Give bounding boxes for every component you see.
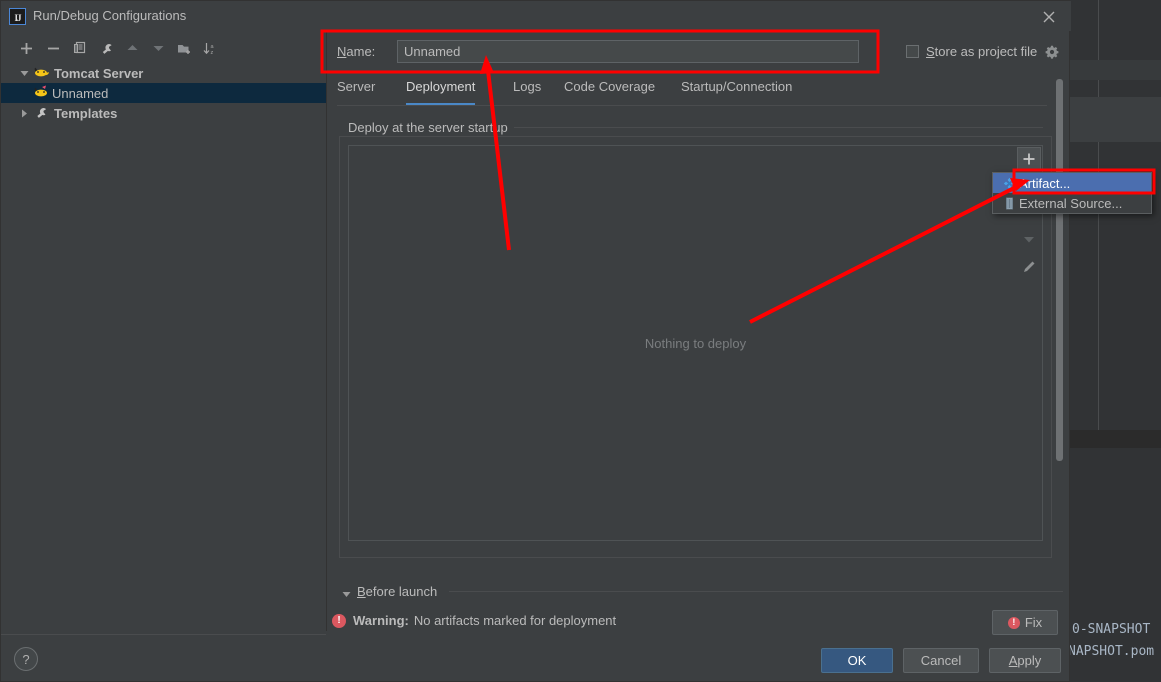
warning-prefix: Warning: bbox=[353, 613, 409, 628]
background-text-line-2: NAPSHOT.pom bbox=[1068, 644, 1155, 659]
close-icon[interactable] bbox=[1037, 5, 1061, 29]
artifact-icon bbox=[999, 177, 1019, 190]
ok-button[interactable]: OK bbox=[821, 648, 893, 673]
configurations-toolbar: a z bbox=[1, 35, 326, 63]
add-deployment-button[interactable] bbox=[1017, 147, 1041, 171]
configurations-tree: Tomcat Server Unnamed Templates bbox=[1, 63, 326, 633]
run-debug-configurations-dialog: IJ Run/Debug Configurations a z Tomcat S… bbox=[0, 0, 1152, 682]
background-strip-one bbox=[1070, 60, 1161, 80]
screenshot-root: 0-SNAPSHOT NAPSHOT.pom IJ Run/Debug Conf… bbox=[0, 0, 1161, 682]
move-up-button[interactable] bbox=[121, 35, 143, 61]
tree-item-unnamed[interactable]: Unnamed bbox=[1, 83, 326, 103]
deploy-section-label: Deploy at the server startup bbox=[348, 120, 514, 135]
tab-deployment[interactable]: Deployment bbox=[406, 79, 476, 105]
error-circle-icon: ! bbox=[332, 613, 346, 628]
name-input[interactable] bbox=[397, 40, 859, 63]
background-strip-two bbox=[1070, 97, 1161, 142]
warning-message: ! Warning: No artifacts marked for deplo… bbox=[332, 613, 616, 628]
background-strip-three bbox=[1070, 430, 1161, 448]
settings-tabs: Server Deployment Logs Code Coverage Sta… bbox=[337, 79, 1047, 105]
help-button[interactable]: ? bbox=[14, 647, 38, 671]
tab-deployment-label: Deployment bbox=[406, 79, 476, 94]
dialog-title: Run/Debug Configurations bbox=[33, 8, 187, 23]
move-down-button[interactable] bbox=[147, 35, 169, 61]
external-source-icon bbox=[999, 197, 1019, 210]
fix-button[interactable]: ! Fix bbox=[992, 610, 1058, 635]
menu-item-external-source[interactable]: External Source... bbox=[993, 193, 1151, 213]
left-panel-divider bbox=[1, 634, 326, 635]
gear-icon[interactable] bbox=[1045, 45, 1059, 59]
edit-deployment-button[interactable] bbox=[1017, 255, 1041, 279]
menu-item-label: Artifact... bbox=[1019, 175, 1071, 191]
store-as-project-file-label[interactable]: Store as project file bbox=[926, 44, 1037, 59]
cancel-button[interactable]: Cancel bbox=[903, 648, 979, 673]
intellij-idea-icon: IJ bbox=[9, 8, 26, 25]
tab-logs[interactable]: Logs bbox=[513, 79, 541, 103]
tree-item-tomcat-server[interactable]: Tomcat Server bbox=[1, 63, 326, 83]
remove-configuration-button[interactable] bbox=[42, 35, 64, 61]
name-label: Name: bbox=[337, 44, 376, 59]
before-launch-rule bbox=[449, 591, 1063, 592]
svg-text:z: z bbox=[210, 50, 213, 55]
panel-splitter[interactable] bbox=[326, 31, 327, 631]
tomcat-icon bbox=[33, 65, 50, 81]
chevron-right-icon[interactable] bbox=[15, 109, 33, 118]
copy-configuration-button[interactable] bbox=[69, 35, 91, 61]
add-configuration-button[interactable] bbox=[15, 35, 37, 61]
tree-item-label: Tomcat Server bbox=[54, 65, 144, 81]
deployment-list[interactable]: Nothing to deploy bbox=[348, 145, 1043, 541]
tree-item-label: Unnamed bbox=[52, 85, 109, 101]
add-deployment-menu: Artifact... External Source... bbox=[992, 172, 1152, 214]
menu-item-label: External Source... bbox=[1019, 195, 1123, 211]
chevron-down-icon[interactable] bbox=[342, 585, 351, 603]
tree-item-templates[interactable]: Templates bbox=[1, 103, 326, 123]
dialog-titlebar: IJ Run/Debug Configurations bbox=[1, 1, 1071, 31]
background-text-line-1: 0-SNAPSHOT bbox=[1072, 622, 1151, 637]
warning-text: No artifacts marked for deployment bbox=[413, 613, 617, 628]
move-into-folder-button[interactable] bbox=[173, 35, 195, 61]
move-down-deployment-button[interactable] bbox=[1017, 227, 1041, 251]
store-as-project-file-checkbox[interactable] bbox=[906, 45, 919, 58]
before-launch-label[interactable]: Before launch bbox=[357, 584, 437, 599]
tabs-separator bbox=[337, 105, 1047, 106]
error-circle-icon: ! bbox=[1007, 616, 1020, 629]
tab-code-coverage[interactable]: Code Coverage bbox=[564, 79, 655, 103]
tab-server[interactable]: Server bbox=[337, 79, 375, 103]
empty-state-text: Nothing to deploy bbox=[644, 335, 747, 351]
apply-button[interactable]: Apply bbox=[989, 648, 1061, 673]
tomcat-icon bbox=[33, 85, 50, 101]
edit-templates-button[interactable] bbox=[95, 35, 117, 61]
settings-scrollbar-thumb[interactable] bbox=[1056, 79, 1063, 461]
tree-item-label: Templates bbox=[54, 105, 118, 121]
wrench-icon bbox=[33, 105, 50, 121]
menu-item-artifact[interactable]: Artifact... bbox=[993, 173, 1151, 193]
sort-configurations-button[interactable]: a z bbox=[199, 35, 221, 61]
chevron-down-icon[interactable] bbox=[15, 70, 33, 77]
fix-button-label: Fix bbox=[1024, 615, 1043, 630]
tab-startup-connection[interactable]: Startup/Connection bbox=[681, 79, 792, 103]
